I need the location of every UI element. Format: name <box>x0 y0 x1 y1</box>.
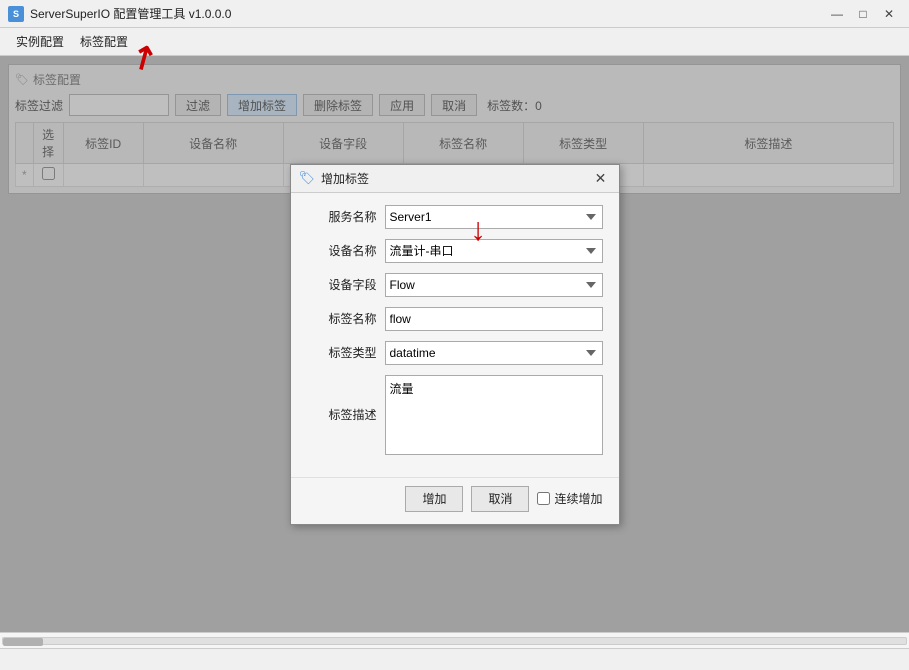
status-bar <box>0 648 909 670</box>
device-name-select[interactable]: 流量计-串口 <box>385 239 603 263</box>
title-bar-controls: — □ ✕ <box>825 4 901 24</box>
maximize-button[interactable]: □ <box>851 4 875 24</box>
title-bar: S ServerSuperIO 配置管理工具 v1.0.0.0 — □ ✕ <box>0 0 909 28</box>
add-tag-dialog: 🏷 增加标签 ✕ 服务名称 Server1 设备名称 流量计-串口 <box>290 164 620 525</box>
menu-instance-config[interactable]: 实例配置 <box>8 30 72 53</box>
close-button[interactable]: ✕ <box>877 4 901 24</box>
continuous-add-label[interactable]: 连续增加 <box>537 490 602 507</box>
service-name-label: 服务名称 <box>307 208 377 225</box>
device-field-select[interactable]: Flow <box>385 273 603 297</box>
tag-type-label: 标签类型 <box>307 344 377 361</box>
device-name-label: 设备名称 <box>307 242 377 259</box>
tag-desc-textarea[interactable] <box>385 375 603 455</box>
dialog-footer: 增加 取消 连续增加 <box>291 477 619 524</box>
minimize-button[interactable]: — <box>825 4 849 24</box>
dialog-overlay: 🏷 增加标签 ✕ 服务名称 Server1 设备名称 流量计-串口 <box>0 56 909 632</box>
menu-tag-config[interactable]: 标签配置 <box>72 30 136 53</box>
window-title: ServerSuperIO 配置管理工具 v1.0.0.0 <box>30 5 231 22</box>
device-name-row: 设备名称 流量计-串口 <box>307 239 603 263</box>
service-name-select[interactable]: Server1 <box>385 205 603 229</box>
dialog-cancel-button[interactable]: 取消 <box>471 486 529 512</box>
dialog-titlebar-left: 🏷 增加标签 <box>299 170 370 187</box>
tag-type-select[interactable]: datatimeintfloatstringbool <box>385 341 603 365</box>
dialog-add-button[interactable]: 增加 <box>405 486 463 512</box>
dialog-titlebar: 🏷 增加标签 ✕ <box>291 165 619 193</box>
device-field-row: 设备字段 Flow <box>307 273 603 297</box>
title-bar-left: S ServerSuperIO 配置管理工具 v1.0.0.0 <box>8 5 231 22</box>
dialog-title-icon: 🏷 <box>299 170 316 186</box>
service-name-row: 服务名称 Server1 <box>307 205 603 229</box>
menu-bar: 实例配置 标签配置 <box>0 28 909 56</box>
continuous-add-checkbox[interactable] <box>537 492 550 505</box>
scrollbar-thumb[interactable] <box>3 638 43 646</box>
dialog-close-button[interactable]: ✕ <box>591 169 611 187</box>
tag-desc-label: 标签描述 <box>307 406 377 423</box>
tag-name-input[interactable] <box>385 307 603 331</box>
main-content: ↗ 🏷 标签配置 标签过滤 过滤 增加标签 删除标签 应用 取消 标签数：0 选… <box>0 56 909 632</box>
continuous-add-text: 连续增加 <box>554 490 602 507</box>
device-field-label: 设备字段 <box>307 276 377 293</box>
app-icon: S <box>8 6 24 22</box>
horizontal-scrollbar[interactable] <box>0 632 909 648</box>
dialog-title-text: 增加标签 <box>321 170 369 187</box>
tag-name-label: 标签名称 <box>307 310 377 327</box>
dialog-body: 服务名称 Server1 设备名称 流量计-串口 设备字段 Flow 标签名称 <box>291 193 619 477</box>
tag-type-row: 标签类型 datatimeintfloatstringbool <box>307 341 603 365</box>
scrollbar-track <box>2 637 907 645</box>
tag-desc-row: 标签描述 <box>307 375 603 455</box>
tag-name-row: 标签名称 <box>307 307 603 331</box>
